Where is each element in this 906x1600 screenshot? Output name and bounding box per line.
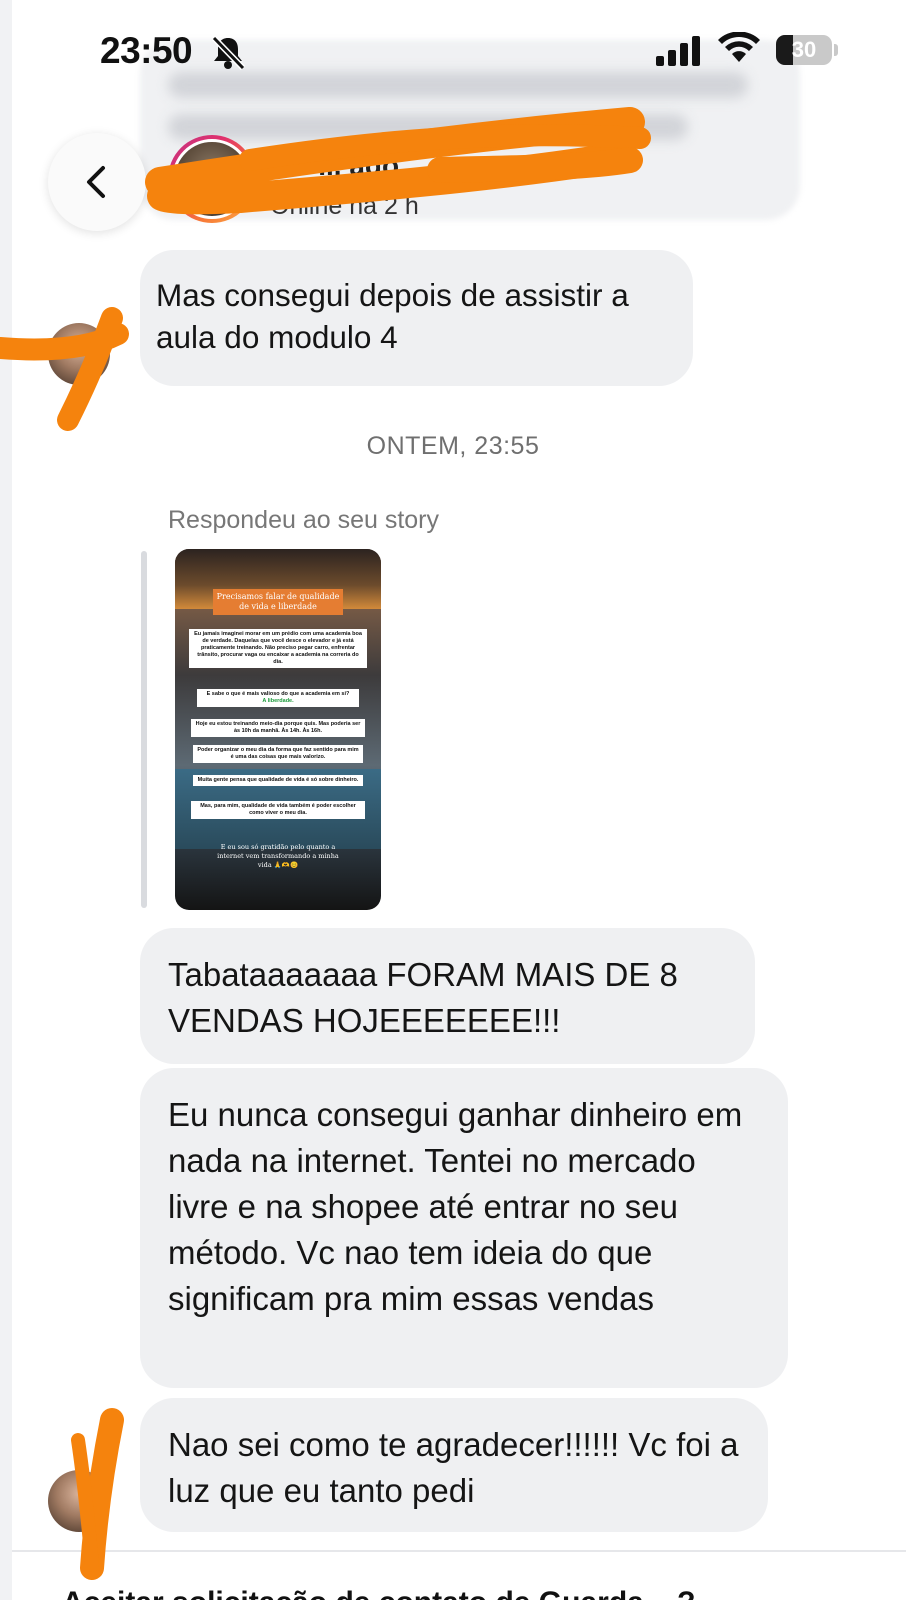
message-bubble[interactable]: Nao sei como te agradecer!!!!!! Vc foi a… <box>140 1398 768 1532</box>
story-highlight: A liberdade. <box>262 698 294 704</box>
message-text: Tabataaaaaaa FORAM MAIS DE 8 VENDAS HOJE… <box>168 956 678 1039</box>
story-text-box: Poder organizar o meu dia da forma que f… <box>193 745 363 763</box>
message-text: Eu nunca consegui ganhar dinheiro em nad… <box>168 1096 743 1317</box>
message-bubble[interactable]: Tabataaaaaaa FORAM MAIS DE 8 VENDAS HOJE… <box>140 928 755 1064</box>
battery-percent: 30 <box>791 37 817 62</box>
contact-name[interactable]: ...o ... ago <box>270 150 399 182</box>
back-button[interactable] <box>48 133 146 231</box>
sender-avatar[interactable] <box>48 1470 110 1532</box>
reply-indicator-bar <box>141 551 147 908</box>
message-text: Mas consegui depois de assistir a aula d… <box>156 277 629 355</box>
story-title: Precisamos falar de qualidade de vida e … <box>213 589 343 615</box>
blurred-text-line <box>168 72 748 98</box>
chevron-left-icon <box>87 166 105 198</box>
story-text-box: E sabe o que é mais valioso do que a aca… <box>197 689 359 707</box>
story-text-box: Eu jamais imaginei morar em um prédio co… <box>189 629 367 668</box>
avatar-image <box>172 139 252 219</box>
accept-request-banner[interactable]: Aceitar solicitação de contato de Guarda… <box>62 1586 696 1600</box>
sender-avatar[interactable] <box>48 323 110 385</box>
message-bubble[interactable]: Eu nunca consegui ganhar dinheiro em nad… <box>140 1068 788 1388</box>
battery-indicator: 30 <box>776 35 832 65</box>
story-reply-label: Respondeu ao seu story <box>168 506 440 534</box>
wifi-icon <box>718 32 760 62</box>
story-question: E sabe o que é mais valioso do que a aca… <box>206 691 350 697</box>
status-time: 23:50 <box>100 30 193 71</box>
story-thumbnail[interactable]: Precisamos falar de qualidade de vida e … <box>175 549 381 910</box>
message-text: Nao sei como te agradecer!!!!!! Vc foi a… <box>168 1426 739 1509</box>
story-footer-text: E eu sou só gratidão pelo quanto a inter… <box>217 843 339 869</box>
message-bubble[interactable]: Mas consegui depois de assistir a aula d… <box>140 250 693 386</box>
signal-icon <box>656 36 700 66</box>
message-timestamp: ONTEM, 23:55 <box>366 432 540 460</box>
blurred-text-line <box>168 114 688 140</box>
story-text-box: Hoje eu estou treinando meio-dia porque … <box>191 719 365 737</box>
bell-slash-icon <box>211 35 246 71</box>
story-text-box: Mas, para mim, qualidade de vida também … <box>191 801 365 819</box>
battery-cap <box>834 44 838 56</box>
story-text-box: Muita gente pensa que qualidade de vida … <box>193 775 363 786</box>
divider <box>12 1550 906 1552</box>
left-edge <box>0 0 12 1600</box>
contact-avatar[interactable] <box>168 135 256 223</box>
online-status: Online há 2 h <box>270 192 419 220</box>
